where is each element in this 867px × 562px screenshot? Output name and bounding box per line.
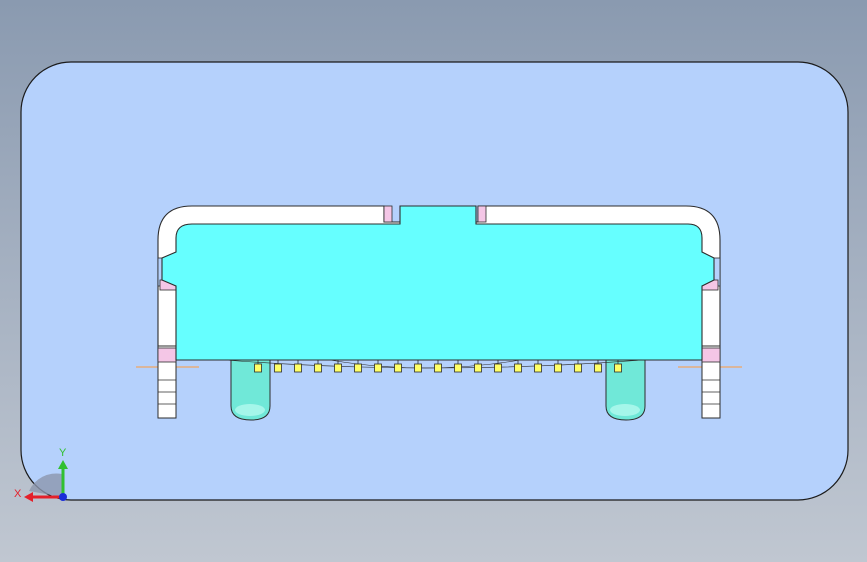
contact-pin[interactable] [334, 363, 342, 373]
cad-viewport[interactable]: Y X [0, 0, 867, 562]
contact-pin[interactable] [394, 363, 402, 373]
contact-pin[interactable] [434, 363, 442, 373]
insulator-body[interactable] [161, 205, 715, 361]
left-mounting-post[interactable] [230, 359, 271, 421]
contact-pin[interactable] [574, 363, 582, 373]
right-mounting-post[interactable] [605, 359, 646, 421]
z-axis-dot [59, 493, 67, 501]
x-axis-arrow-icon [24, 492, 33, 502]
y-axis-label: Y [59, 447, 67, 459]
x-axis-label: X [14, 488, 22, 500]
contact-pin[interactable] [294, 363, 302, 373]
contact-pin[interactable] [414, 363, 422, 373]
contact-pin[interactable] [494, 363, 502, 373]
contact-pin[interactable] [554, 363, 562, 373]
contact-pin[interactable] [534, 363, 542, 373]
contact-pin[interactable] [274, 363, 282, 373]
contact-pin[interactable] [514, 363, 522, 373]
contact-pin[interactable] [374, 363, 382, 373]
contact-pin[interactable] [354, 363, 362, 373]
contact-pin[interactable] [254, 363, 262, 373]
contact-pin[interactable] [474, 363, 482, 373]
contact-pin[interactable] [454, 363, 462, 373]
contact-pin[interactable] [594, 363, 602, 373]
contact-pin[interactable] [614, 363, 622, 373]
contact-pin[interactable] [314, 363, 322, 373]
